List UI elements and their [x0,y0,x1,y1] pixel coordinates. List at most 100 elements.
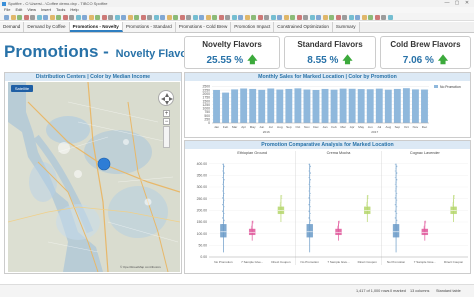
sales-bar[interactable] [330,89,338,123]
distribution-center-marker-selected[interactable] [97,157,111,171]
toolbar-icon[interactable] [10,14,16,20]
toolbar-icon[interactable] [179,14,185,20]
tab-constrained-optimization[interactable]: Constrained Optimization [274,22,333,32]
sales-bar[interactable] [312,89,320,123]
sales-bar[interactable] [222,92,229,123]
sales-bar[interactable] [384,89,392,123]
toolbar-icon[interactable] [309,14,315,20]
sales-bar[interactable] [258,89,266,123]
zoom-out-button[interactable]: − [163,118,170,125]
toolbar-icon[interactable] [368,14,373,20]
distribution-center-marker[interactable] [123,139,129,145]
box[interactable] [220,224,227,238]
toolbar-icon[interactable] [251,14,256,20]
map-layer-button[interactable]: Satellite [11,85,33,92]
maximize-button[interactable]: ▢ [452,0,462,7]
tab-promotions-cold-brew[interactable]: Promotions - Cold Brew [175,22,232,32]
toolbar-icon[interactable] [322,14,328,20]
sales-bar[interactable] [375,88,383,123]
toolbar-icon[interactable] [62,14,68,20]
toolbar-icon[interactable] [264,14,269,20]
toolbar-icon[interactable] [387,14,393,20]
sales-bar[interactable] [321,88,329,123]
toolbar-icon[interactable] [101,14,107,20]
toolbar-icon[interactable] [218,14,224,20]
close-button[interactable]: ✕ [462,0,472,7]
tab-demand[interactable]: Demand [0,22,25,32]
toolbar-icon[interactable] [36,14,42,20]
toolbar-icon[interactable] [257,14,263,20]
sales-bar[interactable] [240,88,248,123]
box[interactable] [335,228,342,236]
box[interactable] [392,224,400,238]
sales-bar[interactable] [412,89,419,123]
sales-bar[interactable] [393,88,401,123]
toolbar-icon[interactable] [342,14,347,20]
toolbar-icon[interactable] [199,14,204,20]
distribution-center-marker[interactable] [58,142,70,154]
tab-promotions-standard[interactable]: Promotions - Standard [122,22,176,32]
sales-bar[interactable] [339,88,347,123]
zoom-slider[interactable] [163,126,170,148]
toolbar-icon[interactable] [244,14,250,20]
toolbar-icon[interactable] [75,14,81,20]
toolbar-icon[interactable] [303,14,308,20]
toolbar-icon[interactable] [277,14,282,20]
sales-bar[interactable] [276,89,284,123]
toolbar-icon[interactable] [140,14,146,20]
sales-bar[interactable] [231,89,239,123]
toolbar-icon[interactable] [374,14,380,20]
toolbar-icon[interactable] [56,14,61,20]
promotion-box-chart[interactable]: 0.00 50.00 100.00 150.00 200.00 250.00 300.00 3… [185,149,472,275]
map-canvas[interactable]: Satellite + − © OpenStreetMap contributo… [8,82,180,272]
sales-bar[interactable] [366,89,374,123]
box[interactable] [306,224,313,238]
toolbar-icon[interactable] [127,14,133,20]
toolbar-icon[interactable] [147,14,152,20]
toolbar-icon[interactable] [121,14,126,20]
tab-promotion-impact[interactable]: Promotion Impact [231,22,275,32]
toolbar-icon[interactable] [329,14,334,20]
toolbar-icon[interactable] [30,14,35,20]
toolbar-icon[interactable] [335,14,341,20]
toolbar-icon[interactable] [153,14,159,20]
toolbar-icon[interactable] [290,14,295,20]
toolbar-icon[interactable] [283,14,289,20]
toolbar-icon[interactable] [95,14,100,20]
toolbar-icon[interactable] [270,14,276,20]
toolbar-icon[interactable] [231,14,237,20]
toolbar-icon[interactable] [114,14,120,20]
distribution-center-marker[interactable] [74,170,82,178]
sales-bar[interactable] [213,89,220,123]
sales-bar[interactable] [267,88,275,123]
toolbar-icon[interactable] [160,14,165,20]
toolbar-icon[interactable] [134,14,139,20]
tab-demand-by-coffee[interactable]: Demand by Coffee [24,22,70,32]
map-svg[interactable] [8,82,180,272]
toolbar-icon[interactable] [205,14,211,20]
sales-bar[interactable] [421,89,428,123]
tab-promotions-novelty[interactable]: Promotions - Novelty [69,22,123,32]
box[interactable] [421,228,429,236]
sales-bar[interactable] [348,88,356,123]
toolbar-icon[interactable] [361,14,367,20]
box[interactable] [248,228,256,236]
toolbar-icon[interactable] [186,14,191,20]
sales-bar[interactable] [357,89,365,123]
sales-bar[interactable] [285,88,293,123]
tab-summary[interactable]: Summary [332,22,360,32]
toolbar-icon[interactable] [173,14,178,20]
toolbar-icon[interactable] [212,14,217,20]
toolbar-icon[interactable] [88,14,94,20]
toolbar-icon[interactable] [296,14,302,20]
toolbar-icon[interactable] [82,14,87,20]
toolbar-icon[interactable] [4,14,9,20]
toolbar-icon[interactable] [108,14,113,20]
toolbar-icon[interactable] [43,14,48,20]
sales-bar[interactable] [303,89,311,123]
toolbar-icon[interactable] [348,14,354,20]
toolbar-icon[interactable] [166,14,172,20]
toolbar-icon[interactable] [225,14,230,20]
toolbar-icon[interactable] [23,14,29,20]
sales-bar[interactable] [294,88,302,123]
